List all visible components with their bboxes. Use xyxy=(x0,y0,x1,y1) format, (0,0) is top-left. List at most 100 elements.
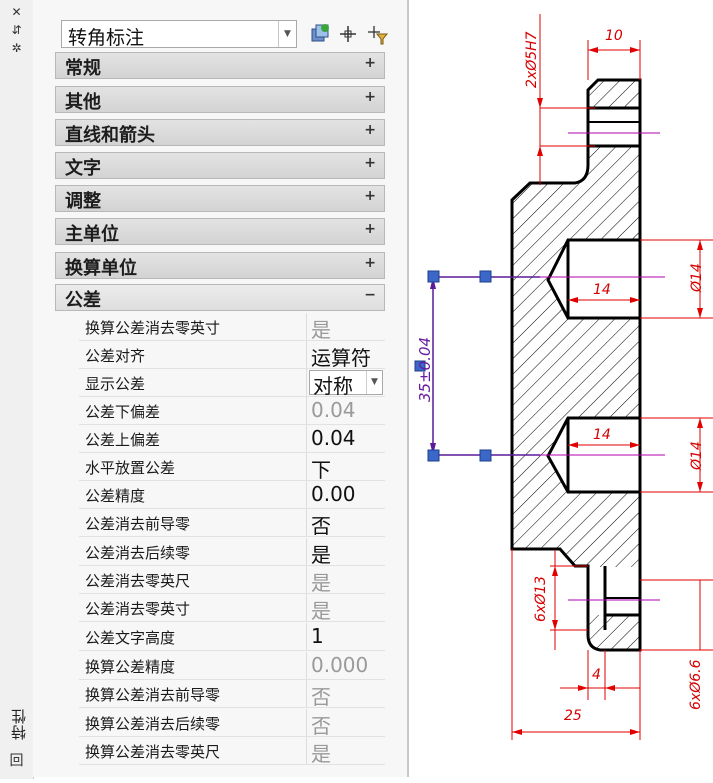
property-row[interactable]: 公差消去零英尺 是 xyxy=(79,566,385,596)
property-row[interactable]: 换算公差消去零英尺 是 xyxy=(79,737,385,767)
property-name: 显示公差 xyxy=(85,375,146,393)
grip-handle xyxy=(427,449,440,462)
property-value[interactable]: 否 xyxy=(311,510,331,539)
property-row[interactable]: 公差下偏差 0.04 xyxy=(79,397,385,425)
property-name: 换算公差消去零英寸 xyxy=(85,319,221,337)
section-label: 调整 xyxy=(65,191,101,212)
expand-icon[interactable]: + xyxy=(364,55,376,71)
property-row[interactable]: 公差对齐 运算符 xyxy=(79,341,385,371)
section-label: 常规 xyxy=(65,58,101,79)
property-name: 公差上偏差 xyxy=(85,431,161,449)
selected-dimension-label[interactable]: 35±0.04 xyxy=(416,337,434,402)
dimension-label[interactable]: 25 xyxy=(564,708,582,724)
object-type-select[interactable]: 转角标注 ▼ xyxy=(61,20,297,49)
options-icon[interactable]: ✲ xyxy=(0,42,33,54)
section-lines-arrows[interactable]: 直线和箭头 + xyxy=(55,119,385,146)
dimension-label[interactable]: 14 xyxy=(593,427,611,443)
property-name: 换算公差消去前导零 xyxy=(85,686,221,704)
property-row[interactable]: 公差精度 0.00 xyxy=(79,481,385,509)
property-name: 公差消去后续零 xyxy=(85,544,191,562)
property-row[interactable]: 公差消去前导零 否 xyxy=(79,509,385,539)
property-value[interactable]: 下 xyxy=(311,454,331,483)
section-label: 换算单位 xyxy=(65,258,137,279)
palette-bottom-icon[interactable]: 回 xyxy=(0,754,33,768)
property-row[interactable]: 换算公差消去零英寸 是 xyxy=(79,313,385,343)
property-row[interactable]: 公差上偏差 0.04 xyxy=(79,425,385,453)
property-name: 公差消去零英寸 xyxy=(85,600,191,618)
palette-title: 特性 xyxy=(10,708,28,740)
expand-icon[interactable]: + xyxy=(364,188,376,204)
close-icon[interactable]: ✕ xyxy=(0,6,33,18)
property-name: 公差下偏差 xyxy=(85,403,161,421)
section-label: 其他 xyxy=(65,92,101,113)
chevron-down-icon[interactable]: ▼ xyxy=(366,371,382,394)
expand-icon[interactable]: + xyxy=(364,255,376,271)
property-row[interactable]: 换算公差消去后续零 否 xyxy=(79,709,385,739)
quick-select-icon[interactable] xyxy=(365,20,389,48)
dimension-label[interactable]: 10 xyxy=(605,28,623,44)
section-label: 主单位 xyxy=(65,224,119,245)
property-name: 公差精度 xyxy=(85,487,146,505)
section-label: 直线和箭头 xyxy=(65,125,155,146)
auto-hide-icon[interactable]: ⇵ xyxy=(0,24,33,36)
property-value[interactable]: 0.04 xyxy=(311,426,356,450)
palette-side-strip: ✕ ⇵ ✲ 特性 回 xyxy=(0,0,34,779)
hole-callout-label[interactable]: 6xØ13 xyxy=(533,576,549,622)
select-objects-icon[interactable] xyxy=(336,20,360,48)
property-value[interactable]: 是 xyxy=(311,738,331,767)
property-value[interactable]: 是 xyxy=(311,595,331,624)
property-value: 对称 xyxy=(313,374,353,398)
property-name: 公差文字高度 xyxy=(85,629,176,647)
grip-handle xyxy=(427,270,440,283)
chevron-down-icon[interactable]: ▼ xyxy=(278,21,296,47)
expand-icon[interactable]: + xyxy=(364,89,376,105)
property-value[interactable]: 0.04 xyxy=(311,398,356,422)
diameter-label[interactable]: Ø14 xyxy=(689,441,705,470)
property-name: 换算公差精度 xyxy=(85,658,176,676)
expand-icon[interactable]: + xyxy=(364,155,376,171)
section-primary-units[interactable]: 主单位 + xyxy=(55,218,385,245)
property-row[interactable]: 公差消去后续零 是 xyxy=(79,538,385,568)
object-type-value: 转角标注 xyxy=(68,27,145,49)
section-fit[interactable]: 调整 + xyxy=(55,185,385,212)
hole-callout-label[interactable]: 6xØ6.6 xyxy=(688,660,704,710)
property-value[interactable]: 是 xyxy=(311,567,331,596)
property-row[interactable]: 公差文字高度 1 xyxy=(79,623,385,651)
cad-part-drawing xyxy=(414,14,713,740)
property-value[interactable]: 否 xyxy=(311,681,331,710)
property-value[interactable]: 是 xyxy=(311,539,331,568)
expand-icon[interactable]: + xyxy=(364,221,376,237)
hole-callout-label[interactable]: 2xØ5H7 xyxy=(524,31,540,88)
property-name: 换算公差消去后续零 xyxy=(85,715,221,733)
property-row[interactable]: 显示公差 对称 ▼ xyxy=(79,369,385,398)
section-alternate-units[interactable]: 换算单位 + xyxy=(55,252,385,279)
toggle-pickadd-icon[interactable] xyxy=(308,20,332,48)
property-value[interactable]: 运算符 xyxy=(311,342,371,371)
property-value[interactable]: 否 xyxy=(311,710,331,739)
diameter-label[interactable]: Ø14 xyxy=(689,263,705,292)
section-text[interactable]: 文字 + xyxy=(55,152,385,179)
grip-handle xyxy=(479,270,492,283)
section-label: 公差 xyxy=(65,290,101,311)
property-value[interactable]: 0.000 xyxy=(311,653,368,677)
expand-icon[interactable]: + xyxy=(364,122,376,138)
section-misc[interactable]: 其他 + xyxy=(55,86,385,113)
section-general[interactable]: 常规 + xyxy=(55,52,385,79)
property-row[interactable]: 水平放置公差 下 xyxy=(79,453,385,483)
property-value[interactable]: 1 xyxy=(311,624,324,648)
property-row[interactable]: 公差消去零英寸 是 xyxy=(79,594,385,624)
grip-handle xyxy=(479,449,492,462)
property-row[interactable]: 换算公差消去前导零 否 xyxy=(79,680,385,710)
property-row[interactable]: 换算公差精度 0.000 xyxy=(79,652,385,680)
property-name: 公差消去前导零 xyxy=(85,515,191,533)
dimension-label[interactable]: 14 xyxy=(593,282,611,298)
display-tolerance-select[interactable]: 对称 ▼ xyxy=(309,370,383,398)
section-tolerances[interactable]: 公差 − xyxy=(55,284,385,311)
dimension-label[interactable]: 4 xyxy=(592,667,601,683)
property-value[interactable]: 0.00 xyxy=(311,482,356,506)
drawing-canvas[interactable]: 2xØ5H7 10 14 14 Ø14 Ø14 35±0.04 6xØ13 6x… xyxy=(407,0,713,779)
collapse-icon[interactable]: − xyxy=(364,287,376,303)
properties-palette: 转角标注 ▼ 常规 + 其他 + 直线和箭头 + 文字 + 调整 + 主单位 + xyxy=(33,0,409,777)
property-name: 公差消去零英尺 xyxy=(85,572,191,590)
property-value[interactable]: 是 xyxy=(311,314,331,343)
